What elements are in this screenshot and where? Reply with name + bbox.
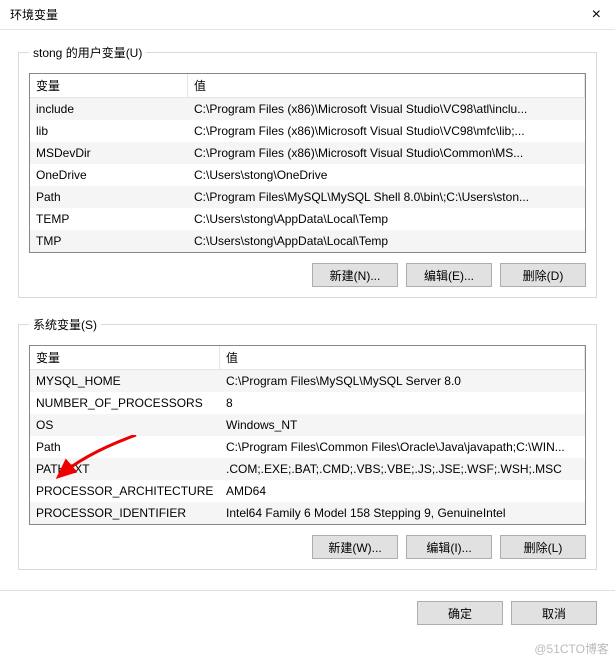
var-value: C:\Program Files\Common Files\Oracle\Jav…: [220, 440, 585, 454]
var-name: PROCESSOR_ARCHITECTURE: [30, 484, 220, 498]
table-row[interactable]: includeC:\Program Files (x86)\Microsoft …: [30, 98, 585, 120]
var-name: TMP: [30, 234, 188, 248]
user-variables-legend: stong 的用户变量(U): [29, 44, 146, 61]
user-delete-button[interactable]: 删除(D): [500, 263, 586, 287]
var-name: PROCESSOR_IDENTIFIER: [30, 506, 220, 520]
var-value: C:\Users\stong\OneDrive: [188, 168, 585, 182]
sys-col-name[interactable]: 变量: [30, 346, 220, 369]
table-row[interactable]: MSDevDirC:\Program Files (x86)\Microsoft…: [30, 142, 585, 164]
system-variables-table[interactable]: 变量 值 MYSQL_HOMEC:\Program Files\MySQL\My…: [29, 345, 586, 525]
var-name: OneDrive: [30, 168, 188, 182]
var-name: MYSQL_HOME: [30, 374, 220, 388]
var-value: C:\Program Files (x86)\Microsoft Visual …: [188, 146, 585, 160]
var-name: Path: [30, 190, 188, 204]
var-value: C:\Program Files\MySQL\MySQL Server 8.0: [220, 374, 585, 388]
var-value: C:\Program Files\MySQL\MySQL Shell 8.0\b…: [188, 190, 585, 204]
table-row[interactable]: PATHEXT.COM;.EXE;.BAT;.CMD;.VBS;.VBE;.JS…: [30, 458, 585, 480]
var-name: OS: [30, 418, 220, 432]
var-value: Windows_NT: [220, 418, 585, 432]
table-row[interactable]: PROCESSOR_ARCHITECTUREAMD64: [30, 480, 585, 502]
var-value: AMD64: [220, 484, 585, 498]
user-edit-button[interactable]: 编辑(E)...: [406, 263, 492, 287]
ok-button[interactable]: 确定: [417, 601, 503, 625]
var-name: MSDevDir: [30, 146, 188, 160]
var-name: NUMBER_OF_PROCESSORS: [30, 396, 220, 410]
var-value: C:\Users\stong\AppData\Local\Temp: [188, 212, 585, 226]
system-variables-legend: 系统变量(S): [29, 316, 101, 333]
user-col-value[interactable]: 值: [188, 74, 585, 97]
var-value: 8: [220, 396, 585, 410]
table-row[interactable]: NUMBER_OF_PROCESSORS8: [30, 392, 585, 414]
table-row[interactable]: OneDriveC:\Users\stong\OneDrive: [30, 164, 585, 186]
var-name: include: [30, 102, 188, 116]
sys-delete-button[interactable]: 删除(L): [500, 535, 586, 559]
user-col-name[interactable]: 变量: [30, 74, 188, 97]
sys-edit-button[interactable]: 编辑(I)...: [406, 535, 492, 559]
titlebar: 环境变量 ×: [0, 0, 615, 30]
table-row[interactable]: TEMPC:\Users\stong\AppData\Local\Temp: [30, 208, 585, 230]
watermark: @51CTO博客: [534, 640, 609, 657]
var-value: Intel64 Family 6 Model 158 Stepping 9, G…: [220, 506, 585, 520]
cancel-button[interactable]: 取消: [511, 601, 597, 625]
var-value: C:\Users\stong\AppData\Local\Temp: [188, 234, 585, 248]
user-variables-table[interactable]: 变量 值 includeC:\Program Files (x86)\Micro…: [29, 73, 586, 253]
sys-col-value[interactable]: 值: [220, 346, 585, 369]
var-value: .COM;.EXE;.BAT;.CMD;.VBS;.VBE;.JS;.JSE;.…: [220, 462, 585, 476]
system-variables-group: 系统变量(S) 变量 值 MYSQL_HOMEC:\Program Files\…: [18, 316, 597, 570]
var-name: Path: [30, 440, 220, 454]
var-name: PATHEXT: [30, 462, 220, 476]
table-row[interactable]: MYSQL_HOMEC:\Program Files\MySQL\MySQL S…: [30, 370, 585, 392]
table-row[interactable]: PathC:\Program Files\MySQL\MySQL Shell 8…: [30, 186, 585, 208]
var-name: lib: [30, 124, 188, 138]
user-new-button[interactable]: 新建(N)...: [312, 263, 398, 287]
var-name: TEMP: [30, 212, 188, 226]
table-row[interactable]: TMPC:\Users\stong\AppData\Local\Temp: [30, 230, 585, 252]
sys-new-button[interactable]: 新建(W)...: [312, 535, 398, 559]
table-row[interactable]: libC:\Program Files (x86)\Microsoft Visu…: [30, 120, 585, 142]
table-row[interactable]: OSWindows_NT: [30, 414, 585, 436]
table-row[interactable]: PathC:\Program Files\Common Files\Oracle…: [30, 436, 585, 458]
var-value: C:\Program Files (x86)\Microsoft Visual …: [188, 102, 585, 116]
user-variables-group: stong 的用户变量(U) 变量 值 includeC:\Program Fi…: [18, 44, 597, 298]
table-row[interactable]: PROCESSOR_IDENTIFIERIntel64 Family 6 Mod…: [30, 502, 585, 524]
window-title: 环境变量: [10, 6, 58, 23]
var-value: C:\Program Files (x86)\Microsoft Visual …: [188, 124, 585, 138]
close-icon[interactable]: ×: [586, 6, 607, 24]
